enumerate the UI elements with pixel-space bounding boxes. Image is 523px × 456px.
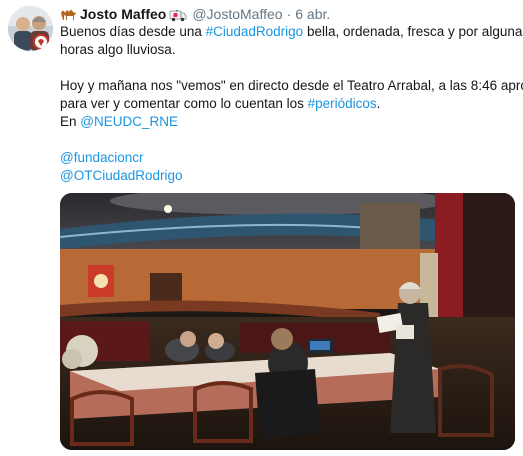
mention-neudc-rne[interactable]: @NEUDC_RNE [80,114,178,129]
avatar[interactable] [8,6,53,51]
tweet-line-3: Hoy y mañana nos "vemos" en directo desd… [60,78,523,93]
camel-icon [60,7,77,21]
text-span: Buenos días desde una [60,24,206,39]
mention-otciudadrodrigo[interactable]: @OTCiudadRodrigo [60,167,510,185]
tweet-line-5: En @NEUDC_RNE [60,113,510,131]
separator: · [286,6,292,22]
mention-fundacioncr[interactable]: @fundacioncr [60,149,510,167]
ambulance-icon [169,8,187,21]
tweet-header: Josto Maffeo @JostoMaffeo · 6 abr. [60,5,330,23]
tweet-date[interactable]: 6 abr. [295,5,330,23]
text-span: bella, ordenada, fresca y por algunas [303,24,523,39]
tweet-text: Buenos días desde una #CiudadRodrigo bel… [60,23,523,185]
tweet-card: Josto Maffeo @JostoMaffeo · 6 abr. Bueno… [0,0,523,456]
text-span: para ver y comentar como lo cuentan los [60,96,308,111]
tweet-line-1: Buenos días desde una #CiudadRodrigo bel… [60,23,523,41]
tweet-photo[interactable] [60,193,515,450]
tweet-line-2: horas algo lluviosa. [60,42,176,57]
display-name[interactable]: Josto Maffeo [80,5,166,23]
hashtag-ciudadrodrigo[interactable]: #CiudadRodrigo [206,24,304,39]
tweet-line-4: para ver y comentar como lo cuentan los … [60,95,510,113]
text-span: En [60,114,81,129]
text-span: . [376,96,381,111]
user-handle[interactable]: @JostoMaffeo [192,5,282,23]
hashtag-periodicos[interactable]: #periódicos [308,96,377,111]
